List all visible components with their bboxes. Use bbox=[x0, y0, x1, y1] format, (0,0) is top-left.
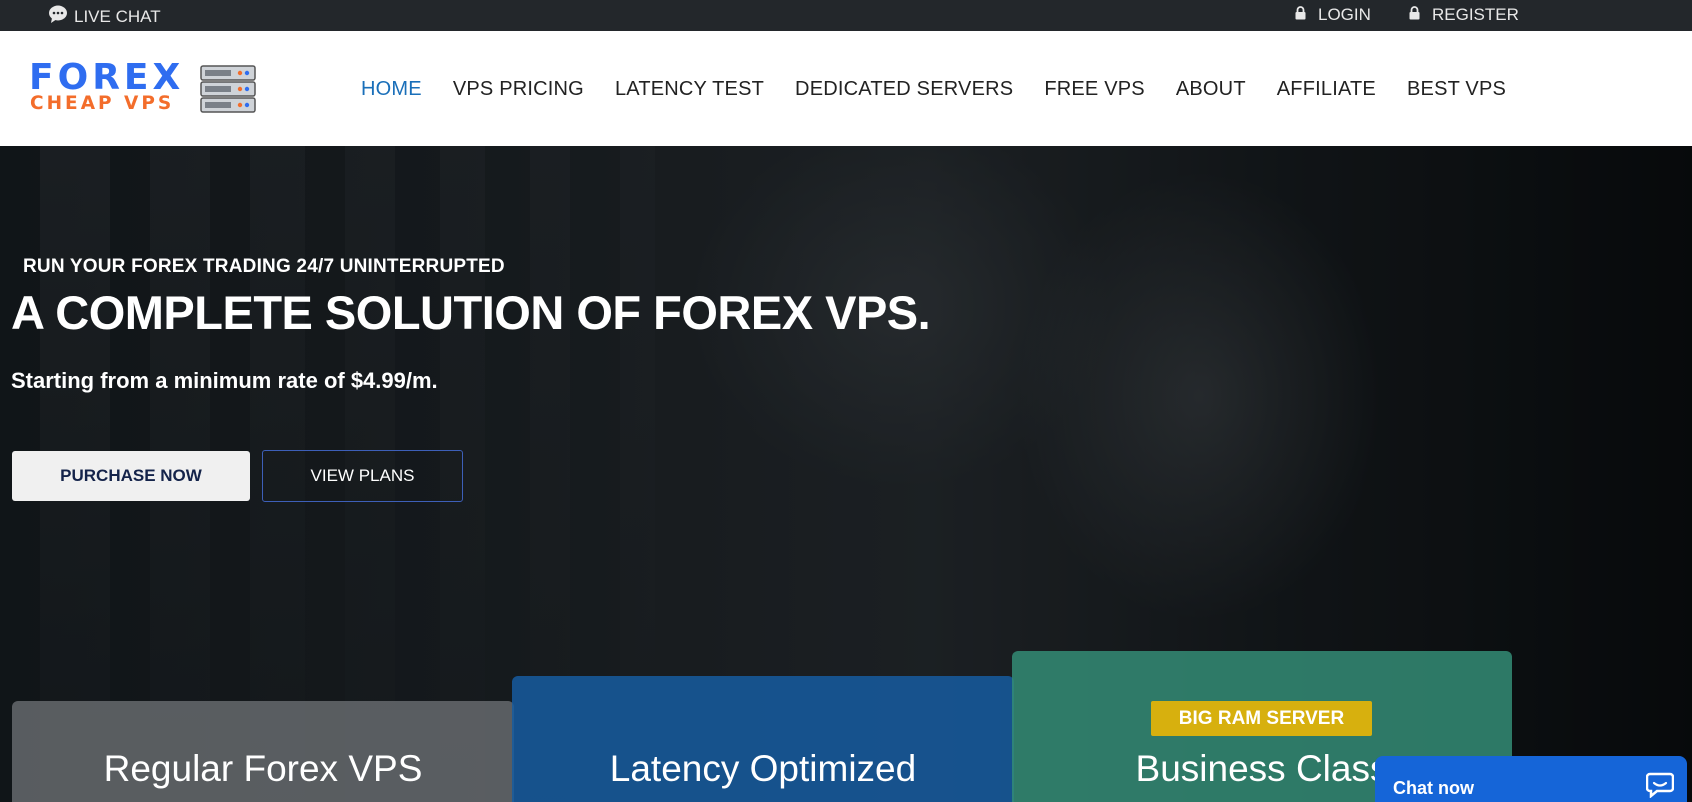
register-link[interactable]: REGISTER bbox=[1409, 5, 1519, 25]
nav-item-latency-test[interactable]: LATENCY TEST bbox=[615, 78, 764, 101]
chat-now-label: Chat now bbox=[1393, 778, 1474, 798]
nav-item-dedicated-servers[interactable]: DEDICATED SERVERS bbox=[795, 78, 1013, 101]
top-bar: LIVE CHAT LOGIN REGISTER bbox=[0, 0, 1692, 31]
site-header: FOREX CHEAP VPS HOME VPS PRICING LATENCY… bbox=[0, 31, 1692, 146]
plan-card-title: Latency Optimized bbox=[609, 748, 917, 789]
purchase-now-button[interactable]: PURCHASE NOW bbox=[12, 451, 250, 501]
nav-item-home[interactable]: HOME bbox=[361, 78, 422, 101]
nav-item-vps-pricing[interactable]: VPS PRICING bbox=[453, 78, 584, 101]
register-label: REGISTER bbox=[1432, 5, 1519, 24]
nav-item-free-vps[interactable]: FREE VPS bbox=[1044, 78, 1145, 101]
main-nav: HOME VPS PRICING LATENCY TEST DEDICATED … bbox=[361, 78, 1506, 101]
plan-card-latency[interactable]: Latency Optimized bbox=[512, 676, 1014, 802]
big-ram-badge: BIG RAM SERVER bbox=[1151, 701, 1372, 736]
hero-subtitle: Starting from a minimum rate of $4.99/m. bbox=[11, 368, 438, 393]
plan-card-title: Regular Forex VPS bbox=[103, 748, 423, 789]
chat-icon bbox=[1646, 772, 1674, 798]
logo-line-forex: FOREX bbox=[29, 57, 185, 98]
nav-item-best-vps[interactable]: BEST VPS bbox=[1407, 78, 1506, 101]
hero-headline: A COMPLETE SOLUTION OF FOREX VPS. bbox=[11, 286, 931, 339]
plan-card-regular[interactable]: Regular Forex VPS bbox=[12, 701, 514, 802]
live-chat-label: LIVE CHAT bbox=[74, 7, 161, 26]
live-chat-link[interactable]: LIVE CHAT bbox=[48, 5, 161, 29]
nav-item-about[interactable]: ABOUT bbox=[1176, 78, 1246, 101]
chat-bubble-icon bbox=[48, 5, 68, 29]
hero-kicker: RUN YOUR FOREX TRADING 24/7 UNINTERRUPTE… bbox=[23, 256, 505, 277]
server-rack-icon bbox=[200, 65, 256, 113]
lock-icon bbox=[1409, 5, 1420, 25]
nav-item-affiliate[interactable]: AFFILIATE bbox=[1277, 78, 1376, 101]
site-logo[interactable]: FOREX CHEAP VPS bbox=[28, 60, 260, 120]
logo-line-cheap-vps: CHEAP VPS bbox=[30, 93, 175, 114]
login-label: LOGIN bbox=[1318, 5, 1371, 24]
lock-icon bbox=[1295, 5, 1306, 25]
chat-now-widget[interactable]: Chat now bbox=[1375, 756, 1687, 802]
view-plans-button[interactable]: VIEW PLANS bbox=[262, 450, 463, 502]
login-link[interactable]: LOGIN bbox=[1295, 5, 1371, 25]
